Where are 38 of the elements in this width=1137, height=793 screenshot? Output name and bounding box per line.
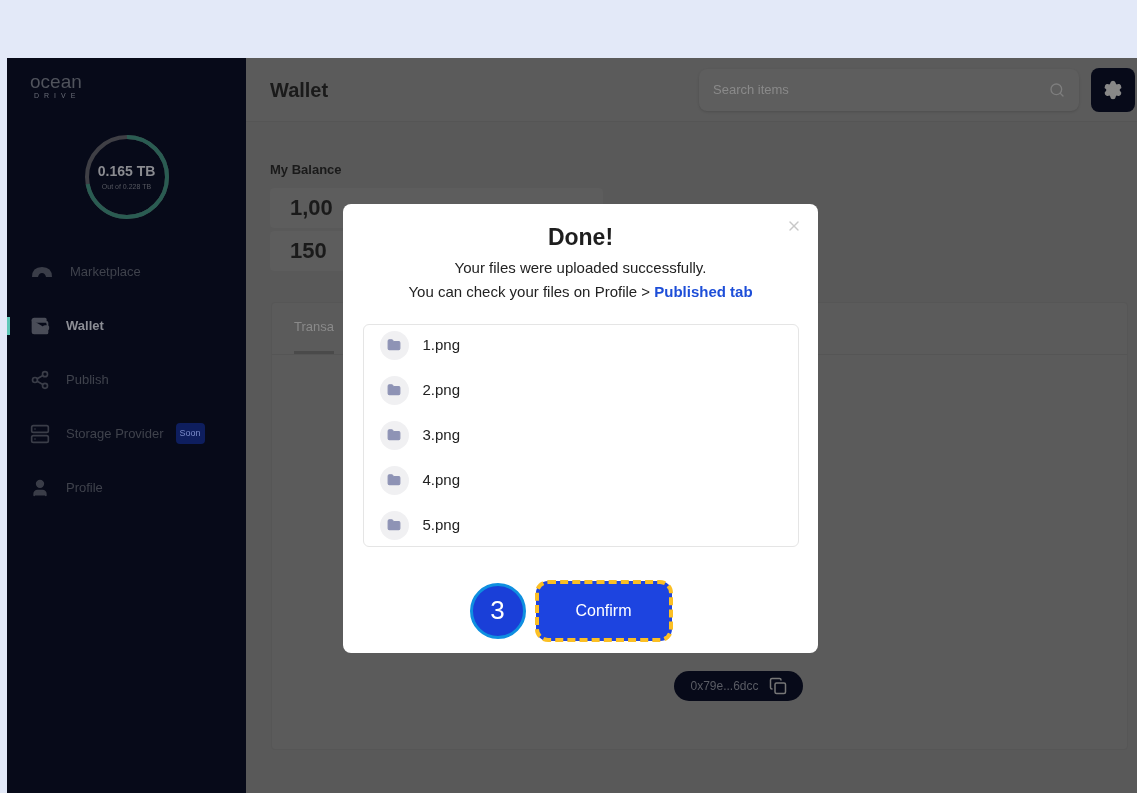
file-name: 2.png <box>422 379 461 400</box>
page-title: Wallet <box>270 77 329 103</box>
folder-icon <box>379 465 409 495</box>
goggles-icon <box>30 264 54 279</box>
nav-item[interactable]: Profile <box>7 477 103 498</box>
share-icon <box>30 369 50 390</box>
settings-button[interactable] <box>1091 67 1135 112</box>
soon-badge: Soon <box>175 422 205 445</box>
dialog-hint: You can check your files on Profile > Published tab <box>408 282 753 302</box>
storage-used: 0.165 TB <box>97 161 156 181</box>
folder-icon <box>379 420 409 450</box>
logo: ocean <box>30 72 82 91</box>
dialog-message: Your files were uploaded successfully. <box>454 257 707 278</box>
nav-item[interactable]: Publish <box>7 369 109 390</box>
wallet-icon <box>30 315 50 336</box>
balance-title: My Balance <box>270 161 343 179</box>
balance-amount: 150 <box>290 237 327 265</box>
folder-icon <box>379 375 409 405</box>
folder-icon <box>379 330 409 360</box>
server-icon <box>30 423 50 444</box>
folder-icon <box>379 510 409 540</box>
file-name: 3.png <box>422 424 461 445</box>
dialog-title: Done! <box>547 223 614 252</box>
confirm-button[interactable]: Confirm <box>535 580 672 641</box>
settings-icon <box>1103 79 1123 100</box>
file-name: 5.png <box>422 514 461 535</box>
search-icon <box>1049 81 1065 98</box>
nav-item[interactable]: Storage Provider <box>7 423 164 444</box>
copy-icon <box>768 676 787 695</box>
nav-item[interactable]: Marketplace <box>7 261 141 282</box>
file-name: 4.png <box>422 469 461 490</box>
file-name: 1.png <box>422 334 461 355</box>
published-tab-link[interactable]: Published tab <box>654 283 753 300</box>
step-badge: 3 <box>469 582 526 639</box>
balance-amount: 1,00 <box>290 194 333 222</box>
person-icon <box>30 477 50 498</box>
address-pill[interactable]: 0x79e...6dcc <box>674 670 803 701</box>
nav-item[interactable]: Wallet <box>7 315 104 336</box>
